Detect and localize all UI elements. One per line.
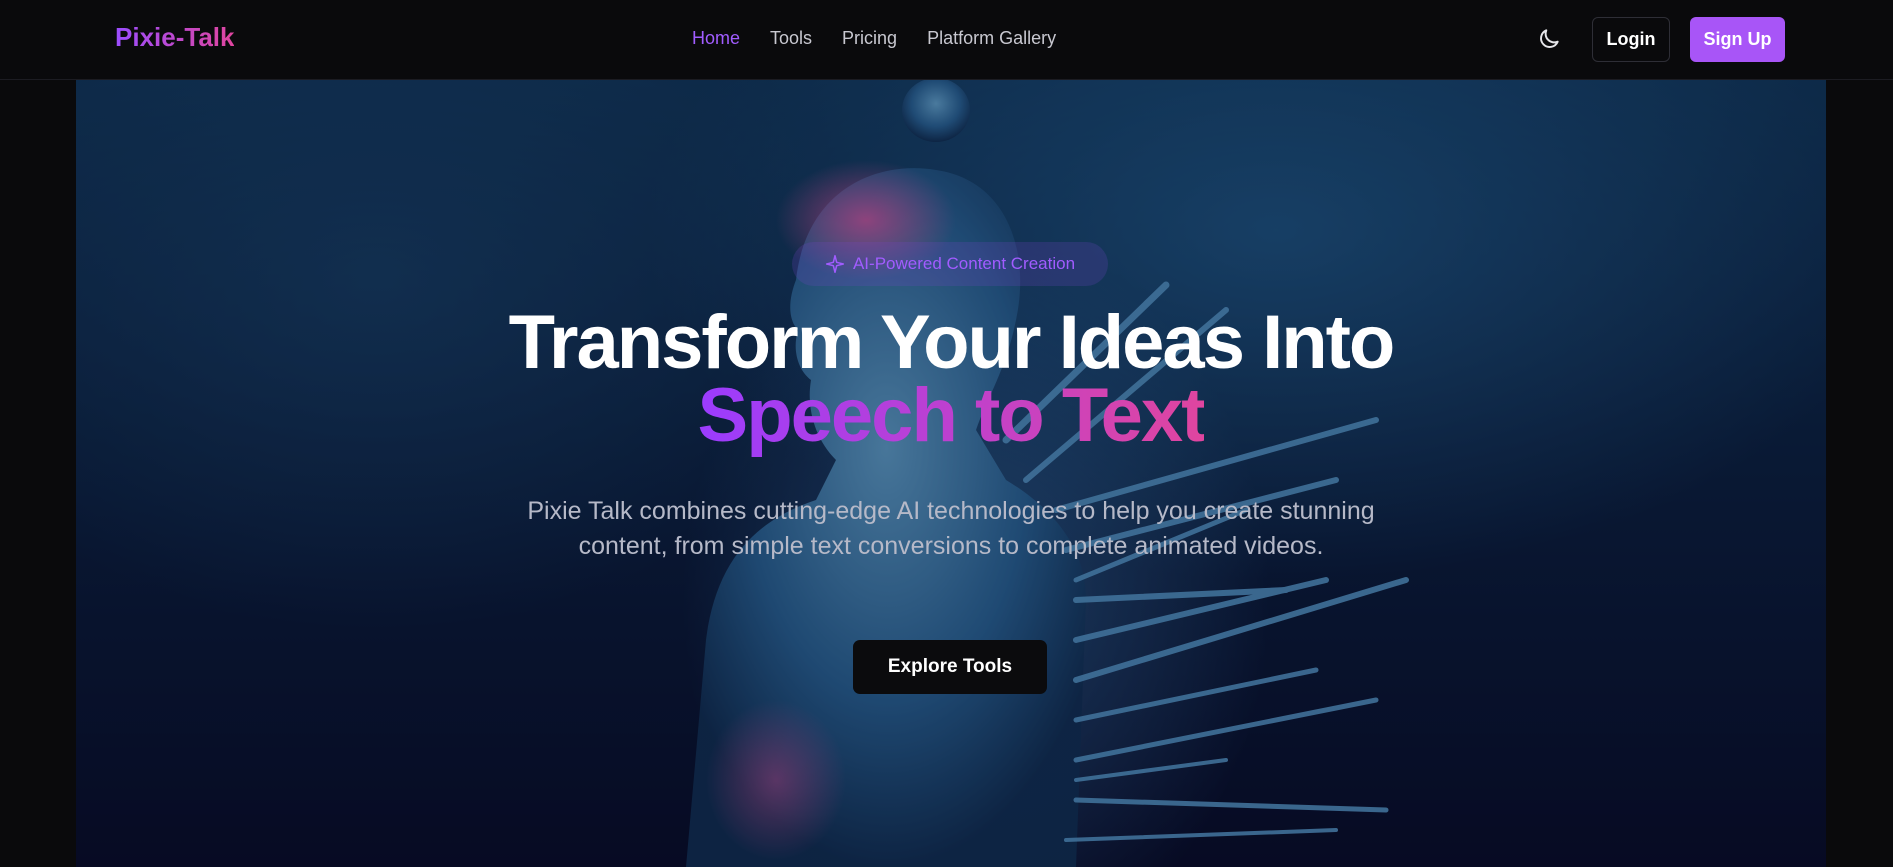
- hero-title: Transform Your Ideas Into: [508, 300, 1396, 385]
- main-nav: Home Tools Pricing Platform Gallery: [692, 28, 1056, 49]
- signup-button[interactable]: Sign Up: [1690, 17, 1785, 62]
- theme-toggle-button[interactable]: [1536, 26, 1562, 52]
- nav-link-tools[interactable]: Tools: [770, 28, 812, 49]
- brand-logo[interactable]: Pixie-Talk: [115, 22, 234, 53]
- nav-link-pricing[interactable]: Pricing: [842, 28, 897, 49]
- sparkle-icon: [825, 254, 845, 274]
- top-navbar: Pixie-Talk Home Tools Pricing Platform G…: [0, 0, 1893, 80]
- badge-label: AI-Powered Content Creation: [852, 254, 1076, 273]
- login-button[interactable]: Login: [1592, 17, 1670, 62]
- nav-link-home[interactable]: Home: [692, 28, 740, 49]
- hero-background-image: [76, 80, 1826, 867]
- nav-link-platform-gallery[interactable]: Platform Gallery: [927, 28, 1056, 49]
- feature-badge: AI-Powered Content Creation: [792, 242, 1108, 286]
- hero-section: AI-Powered Content Creation Transform Yo…: [76, 80, 1826, 867]
- hero-subtitle: Pixie Talk combines cutting-edge AI tech…: [527, 497, 1375, 560]
- moon-icon: [1540, 29, 1559, 48]
- hero-title-highlight: Speech to Text: [76, 378, 1826, 454]
- explore-tools-button[interactable]: Explore Tools: [853, 640, 1047, 694]
- hero-title-highlight-text: Speech to Text: [697, 373, 1207, 458]
